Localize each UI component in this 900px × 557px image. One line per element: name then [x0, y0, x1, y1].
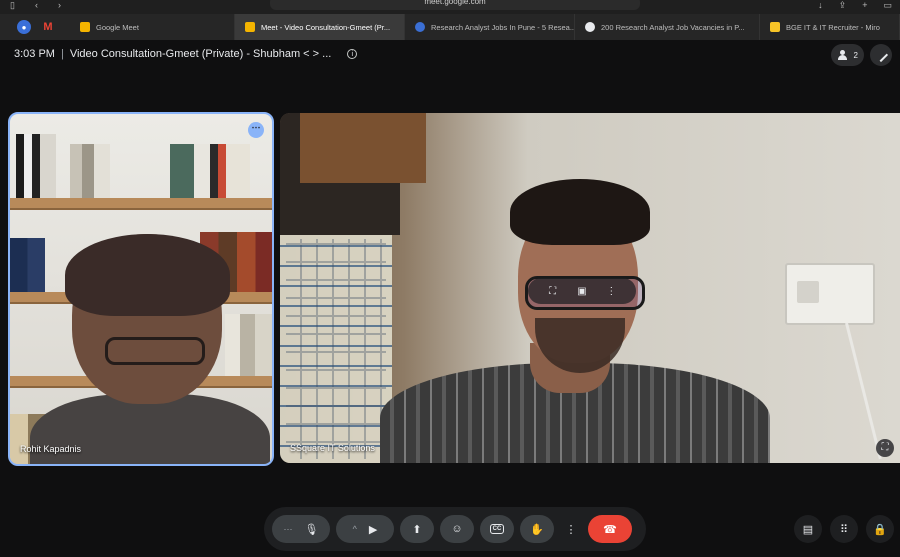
tab-label: Research Analyst Jobs In Pune - 5 Resea.… — [431, 22, 575, 32]
books-decor — [16, 134, 56, 198]
download-icon[interactable]: ↓ — [818, 0, 823, 11]
participants-button[interactable]: 2 — [830, 44, 864, 66]
participant-video-body — [30, 394, 270, 464]
tab-label: BGE IT & IT Recruiter - Miro — [786, 22, 880, 32]
captions-icon: CC — [489, 524, 505, 534]
participant-name: Rohit Kapadnis — [20, 444, 82, 454]
end-call-button[interactable]: ☎ — [588, 515, 632, 543]
sidebar-icon[interactable]: ▯ — [10, 0, 15, 11]
chevron-up-icon[interactable]: ^ — [353, 524, 357, 534]
hand-icon: ✋ — [530, 523, 544, 536]
present-button[interactable]: ⬆ — [400, 515, 434, 543]
call-controls: ⋯ 🎙 ^ ▶ ⬆ ☺ CC ✋ ⋮ ☎ — [264, 507, 646, 551]
activities-button[interactable]: ⠿ — [830, 515, 858, 543]
books-decor — [170, 144, 250, 198]
info-favicon-icon — [585, 22, 595, 32]
browser-actions: ↓ ⇪ + ▭ — [818, 0, 892, 11]
jobsite-favicon-icon — [415, 22, 425, 32]
mic-icon[interactable]: 🎙 — [305, 523, 319, 536]
frame-person-icon[interactable]: ▣ — [574, 286, 590, 297]
tab-overview-icon[interactable]: ▭ — [883, 0, 892, 11]
tab-label: Meet - Video Consultation-Gmeet (Pr... — [261, 22, 391, 32]
books-decor — [10, 238, 45, 292]
wood-panel-decor — [300, 113, 426, 183]
books-decor — [70, 144, 110, 198]
apps-grid-icon: ⠿ — [839, 523, 849, 536]
effects-button[interactable] — [870, 44, 892, 66]
header-actions: 2 — [830, 44, 892, 66]
tile-hover-toolbar: ⛶ ▣ ⋮ — [528, 278, 636, 304]
tab-label: 200 Research Analyst Job Vacancies in P.… — [601, 22, 745, 32]
poster-grid-decor — [286, 239, 386, 459]
meeting-header: 3:03 PM | Video Consultation-Gmeet (Priv… — [14, 48, 358, 60]
participant-tile-left[interactable]: ⋯ Rohit Kapadnis — [8, 112, 274, 466]
address-bar[interactable]: meet.google.com — [270, 0, 640, 10]
participant-video-glasses — [105, 337, 205, 365]
books-decor — [225, 314, 272, 376]
kebab-menu-icon: ⋮ — [565, 523, 577, 536]
info-icon[interactable]: i — [347, 49, 358, 59]
meeting-title: Video Consultation-Gmeet (Private) - Shu… — [69, 48, 332, 60]
forward-icon[interactable]: › — [58, 0, 61, 11]
emoji-icon: ☺ — [451, 523, 463, 535]
chat-button[interactable]: ▤ — [794, 515, 822, 543]
people-icon — [837, 50, 849, 60]
lock-icon: 🔒 — [873, 523, 887, 536]
phone-hangup-icon: ☎ — [603, 523, 617, 536]
browser-toolbar: ▯ ‹ › meet.google.com ↓ ⇪ + ▭ — [0, 0, 900, 14]
share-icon[interactable]: ⇪ — [839, 0, 847, 11]
meet-favicon-icon — [80, 22, 90, 32]
header-separator: | — [60, 48, 64, 60]
side-controls: ▤ ⠿ 🔒 — [794, 515, 894, 543]
chat-icon: ▤ — [802, 523, 814, 536]
pinned-tab-icon[interactable]: ● — [17, 20, 31, 34]
wall-switch-decor — [785, 263, 875, 325]
miro-favicon-icon — [770, 22, 780, 32]
pin-frame-icon[interactable]: ⛶ — [545, 286, 561, 297]
meet-favicon-icon — [245, 22, 255, 32]
pip-icon[interactable]: ⛶ — [876, 439, 894, 457]
raise-hand-button[interactable]: ✋ — [520, 515, 554, 543]
browser-nav: ▯ ‹ › — [10, 0, 61, 11]
participant-video-hair — [65, 234, 230, 316]
gmail-icon[interactable]: M — [41, 20, 55, 34]
camera-icon[interactable]: ▶ — [369, 523, 377, 536]
tab-bar: ● M Google Meet Meet - Video Consultatio… — [0, 14, 900, 40]
tab-meet-active[interactable]: Meet - Video Consultation-Gmeet (Pr... — [235, 14, 405, 40]
participant-name: SSquare IT Solutions — [290, 443, 375, 453]
bookshelf-decor — [10, 198, 272, 208]
host-controls-button[interactable]: 🔒 — [866, 515, 894, 543]
sparkle-pen-icon — [873, 47, 889, 63]
new-tab-icon[interactable]: + — [862, 0, 867, 11]
tab-google-meet[interactable]: Google Meet — [70, 14, 235, 40]
captions-button[interactable]: CC — [480, 515, 514, 543]
present-screen-icon: ⬆ — [412, 523, 422, 536]
participant-count: 2 — [853, 50, 858, 60]
tab-job-vacancies[interactable]: 200 Research Analyst Job Vacancies in P.… — [575, 14, 760, 40]
tab-research-jobs[interactable]: Research Analyst Jobs In Pune - 5 Resea.… — [405, 14, 575, 40]
camera-control[interactable]: ^ ▶ — [336, 515, 394, 543]
tab-miro[interactable]: BGE IT & IT Recruiter - Miro — [760, 14, 900, 40]
reactions-button[interactable]: ☺ — [440, 515, 474, 543]
pinned-tabs: ● M — [0, 20, 70, 34]
cable-decor — [845, 322, 882, 460]
tile-more-options-icon[interactable]: ⋯ — [248, 122, 264, 138]
more-icon[interactable]: ⋯ — [284, 524, 293, 535]
more-options-button[interactable]: ⋮ — [560, 515, 582, 543]
kebab-menu-icon[interactable]: ⋮ — [603, 286, 619, 297]
tab-label: Google Meet — [96, 22, 139, 32]
back-icon[interactable]: ‹ — [35, 0, 38, 11]
participant-video-hair — [510, 179, 650, 245]
mic-control[interactable]: ⋯ 🎙 — [272, 515, 330, 543]
clock: 3:03 PM — [14, 48, 55, 60]
